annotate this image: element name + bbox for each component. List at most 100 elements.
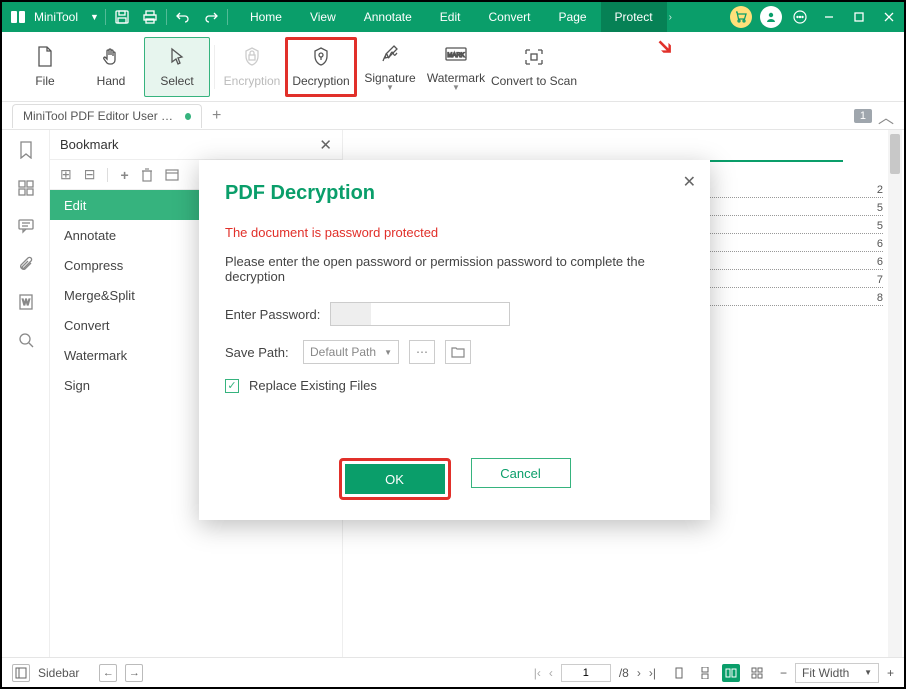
dialog-title: PDF Decryption: [225, 182, 684, 205]
replace-label: Replace Existing Files: [249, 378, 377, 393]
maximize-button[interactable]: [844, 2, 874, 32]
titlebar: MiniTool ▼ Home View Annotate Edit Conve…: [2, 2, 904, 32]
feedback-icon[interactable]: [786, 2, 814, 32]
grid-view-icon[interactable]: [748, 664, 766, 682]
two-page-view-icon[interactable]: [722, 664, 740, 682]
watermark-button[interactable]: MARK Watermark ▼: [423, 37, 489, 97]
bookmark-icon[interactable]: [14, 138, 38, 162]
cursor-icon: [167, 46, 187, 68]
menu-page[interactable]: Page: [545, 2, 601, 32]
new-tab-button[interactable]: +: [212, 107, 221, 125]
browse-folder-button[interactable]: [445, 340, 471, 364]
password-label: Enter Password:: [225, 307, 320, 322]
cancel-button[interactable]: Cancel: [471, 458, 571, 488]
prev-page-icon[interactable]: ‹: [549, 666, 553, 680]
chevron-down-icon: ▼: [864, 668, 872, 677]
chevron-down-icon: ▼: [384, 348, 392, 357]
thumbnails-icon[interactable]: [14, 176, 38, 200]
page-badge: 1: [854, 109, 872, 123]
menu-view[interactable]: View: [296, 2, 350, 32]
watermark-icon: MARK: [444, 43, 468, 65]
close-panel-icon[interactable]: ✕: [319, 136, 332, 154]
file-button[interactable]: File: [12, 37, 78, 97]
vertical-scrollbar[interactable]: [888, 130, 902, 657]
replace-checkbox[interactable]: ✓: [225, 379, 239, 393]
decryption-dialog: ✕ PDF Decryption The document is passwor…: [199, 160, 710, 520]
file-icon: [35, 46, 55, 68]
dialog-warning: The document is password protected: [225, 225, 684, 240]
sidebar-toggle-icon[interactable]: [12, 664, 30, 682]
save-icon[interactable]: [108, 2, 136, 32]
password-input[interactable]: [330, 302, 510, 326]
undo-icon[interactable]: [169, 2, 197, 32]
search-icon[interactable]: [14, 328, 38, 352]
menu-convert[interactable]: Convert: [474, 2, 544, 32]
attachments-icon[interactable]: [14, 252, 38, 276]
last-page-icon[interactable]: ›|: [649, 666, 656, 680]
left-sidebar: W: [2, 130, 50, 657]
ok-highlight: OK: [339, 458, 451, 500]
document-tab[interactable]: MiniTool PDF Editor User Guid...: [12, 104, 202, 128]
bookmark-settings-icon[interactable]: [165, 168, 179, 182]
svg-text:W: W: [22, 298, 30, 307]
zoom-out-icon[interactable]: −: [780, 666, 787, 680]
hand-button[interactable]: Hand: [78, 37, 144, 97]
modified-indicator-icon: [185, 113, 191, 120]
chevron-down-icon: ▼: [452, 85, 460, 91]
app-name: MiniTool: [34, 10, 86, 24]
menu-overflow-icon[interactable]: ›: [667, 12, 674, 23]
doc-heading-underline: [703, 160, 843, 162]
page-total: /8: [619, 666, 629, 680]
first-page-icon[interactable]: |‹: [534, 666, 541, 680]
decryption-button[interactable]: Decryption: [285, 37, 357, 97]
ribbon-toolbar: File Hand Select Encryption Decryption S…: [2, 32, 904, 102]
dialog-close-icon[interactable]: ✕: [683, 172, 696, 192]
tab-title: MiniTool PDF Editor User Guid...: [23, 109, 179, 123]
menu-annotate[interactable]: Annotate: [350, 2, 426, 32]
signature-button[interactable]: Signature ▼: [357, 37, 423, 97]
collapse-toggle-icon[interactable]: ︿: [878, 104, 894, 128]
nav-next-icon[interactable]: →: [125, 664, 143, 682]
status-bar: Sidebar ← → |‹ ‹ /8 › ›| − Fit Width ▼ +: [2, 657, 904, 687]
chevron-down-icon: ▼: [386, 85, 394, 91]
zoom-in-icon[interactable]: +: [887, 666, 894, 680]
collapse-icon[interactable]: ⊟: [84, 166, 96, 183]
signature-icon: [380, 43, 400, 65]
cart-icon[interactable]: [730, 6, 752, 28]
nav-prev-icon[interactable]: ←: [99, 664, 117, 682]
main-menu: Home View Annotate Edit Convert Page Pro…: [236, 2, 667, 32]
dialog-instruction: Please enter the open password or permis…: [225, 254, 684, 284]
single-page-view-icon[interactable]: [670, 664, 688, 682]
ok-button[interactable]: OK: [345, 464, 445, 494]
page-input[interactable]: [561, 664, 611, 682]
close-button[interactable]: [874, 2, 904, 32]
zoom-select[interactable]: Fit Width ▼: [795, 663, 879, 683]
comments-icon[interactable]: [14, 214, 38, 238]
delete-bookmark-icon[interactable]: [141, 168, 153, 182]
user-icon[interactable]: [760, 6, 782, 28]
unlock-icon: [311, 46, 331, 68]
scan-icon: [523, 46, 545, 68]
add-bookmark-icon[interactable]: +: [120, 167, 128, 183]
form-icon[interactable]: W: [14, 290, 38, 314]
bookmark-title: Bookmark: [60, 137, 119, 152]
hand-icon: [101, 46, 121, 68]
svg-text:MARK: MARK: [447, 53, 464, 59]
next-page-icon[interactable]: ›: [637, 666, 641, 680]
expand-icon[interactable]: ⊞: [60, 166, 72, 183]
lock-icon: [242, 46, 262, 68]
convert-scan-button[interactable]: Convert to Scan: [489, 37, 579, 97]
minimize-button[interactable]: [814, 2, 844, 32]
menu-home[interactable]: Home: [236, 2, 296, 32]
menu-edit[interactable]: Edit: [426, 2, 475, 32]
savepath-dropdown[interactable]: Default Path ▼: [303, 340, 399, 364]
continuous-view-icon[interactable]: [696, 664, 714, 682]
redo-icon[interactable]: [197, 2, 225, 32]
app-logo-icon: [8, 7, 28, 27]
app-menu-dropdown-icon[interactable]: ▼: [86, 12, 103, 22]
menu-protect[interactable]: Protect: [601, 2, 667, 32]
encryption-button: Encryption: [219, 37, 285, 97]
select-button[interactable]: Select: [144, 37, 210, 97]
print-icon[interactable]: [136, 2, 164, 32]
more-options-button[interactable]: ⋯: [409, 340, 435, 364]
